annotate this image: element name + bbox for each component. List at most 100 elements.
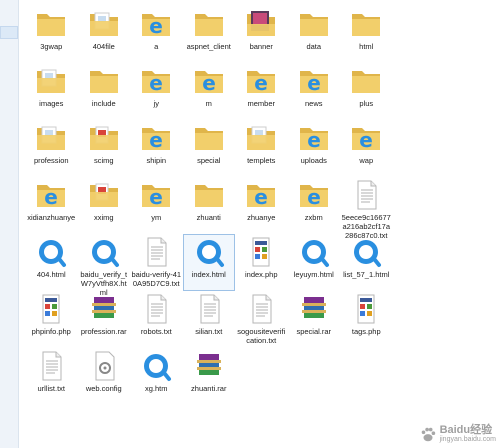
file-item[interactable]: baidu_verify_tW7yVtfh8X.html xyxy=(78,234,131,297)
file-item[interactable]: include xyxy=(78,63,131,120)
php-file-icon xyxy=(243,236,279,268)
file-item[interactable]: web.config xyxy=(78,348,131,405)
file-item[interactable]: special.rar xyxy=(288,291,341,348)
file-item[interactable]: zhuanti xyxy=(183,177,236,234)
folder-icon: e xyxy=(138,179,174,211)
file-item[interactable]: 404.html xyxy=(25,234,78,291)
file-item[interactable]: em xyxy=(183,63,236,120)
file-item[interactable]: 404file xyxy=(78,6,131,63)
folder-icon xyxy=(33,8,69,40)
file-label: index.php xyxy=(244,270,278,279)
svg-text:e: e xyxy=(307,128,321,152)
config-file-icon xyxy=(86,350,122,382)
folder-icon xyxy=(191,179,227,211)
file-item[interactable]: banner xyxy=(235,6,288,63)
folder-icon: e xyxy=(296,65,332,97)
svg-text:e: e xyxy=(149,185,163,209)
folder-icon xyxy=(191,122,227,154)
folder-icon xyxy=(243,122,279,154)
folder-icon xyxy=(86,122,122,154)
file-label: profession xyxy=(33,156,69,165)
file-item[interactable]: e zhuanye xyxy=(235,177,288,234)
browser-file-icon xyxy=(138,350,174,382)
file-item[interactable]: e wap xyxy=(340,120,393,177)
file-label: wap xyxy=(359,156,374,165)
text-file-icon xyxy=(191,293,227,325)
file-item[interactable]: tags.php xyxy=(340,291,393,348)
browser-file-icon xyxy=(191,236,227,268)
file-item[interactable]: phpinfo.php xyxy=(25,291,78,348)
browser-file-icon xyxy=(33,236,69,268)
svg-text:e: e xyxy=(307,185,321,209)
file-item[interactable]: index.html xyxy=(182,234,235,291)
file-label: shipin xyxy=(146,156,167,165)
file-item[interactable]: e member xyxy=(235,63,288,120)
file-item[interactable]: list_57_1.html xyxy=(340,234,393,291)
file-label: aspnet_client xyxy=(186,42,231,51)
file-item[interactable]: 5eece9c16677a216ab2cf17a286c87c0.txt xyxy=(340,177,393,240)
file-item[interactable]: data xyxy=(288,6,341,63)
file-item[interactable]: e zxbm xyxy=(288,177,341,234)
file-item[interactable]: e jy xyxy=(130,63,183,120)
file-label: tags.php xyxy=(351,327,381,336)
file-item[interactable]: plus xyxy=(340,63,393,120)
file-label: banner xyxy=(249,42,273,51)
file-label: special.rar xyxy=(296,327,332,336)
file-item[interactable]: urllist.txt xyxy=(25,348,78,405)
file-item[interactable]: scimg xyxy=(78,120,131,177)
folder-icon xyxy=(33,65,69,97)
file-item[interactable]: e news xyxy=(288,63,341,120)
folder-icon xyxy=(243,8,279,40)
file-item[interactable]: e ym xyxy=(130,177,183,234)
file-label: jy xyxy=(153,99,159,108)
file-label: member xyxy=(247,99,275,108)
folder-icon xyxy=(86,179,122,211)
navigation-pane[interactable] xyxy=(0,0,19,448)
file-label: baidu-verify-410A95D7C9.txt xyxy=(131,270,182,288)
text-file-icon xyxy=(138,236,174,268)
nav-selected-item[interactable] xyxy=(0,26,18,39)
file-label: 404.html xyxy=(36,270,66,279)
folder-icon xyxy=(348,65,384,97)
text-file-icon xyxy=(243,293,279,325)
file-item[interactable]: profession xyxy=(25,120,78,177)
file-item[interactable]: xximg xyxy=(78,177,131,234)
file-grid: 3gwap 404file e a aspnet_client banner data htm… xyxy=(25,6,393,405)
file-item[interactable]: aspnet_client xyxy=(183,6,236,63)
folder-icon xyxy=(86,8,122,40)
file-item[interactable]: leyuym.html xyxy=(288,234,341,291)
file-item[interactable]: baidu-verify-410A95D7C9.txt xyxy=(130,234,183,291)
file-item[interactable]: e shipin xyxy=(130,120,183,177)
file-label: zhuanti xyxy=(196,213,221,222)
file-item[interactable]: special xyxy=(183,120,236,177)
rar-archive-icon xyxy=(191,350,227,382)
svg-text:e: e xyxy=(149,71,163,95)
file-item[interactable]: images xyxy=(25,63,78,120)
svg-text:e: e xyxy=(44,185,58,209)
folder-icon xyxy=(348,8,384,40)
file-label: a xyxy=(154,42,159,51)
file-item[interactable]: e uploads xyxy=(288,120,341,177)
file-item[interactable]: templets xyxy=(235,120,288,177)
svg-text:e: e xyxy=(359,128,373,152)
paw-icon xyxy=(421,427,435,442)
file-item[interactable]: sogousiteverification.txt xyxy=(235,291,288,348)
file-item[interactable]: 3gwap xyxy=(25,6,78,63)
file-label: profession.rar xyxy=(80,327,127,336)
file-item[interactable]: robots.txt xyxy=(130,291,183,348)
php-file-icon xyxy=(348,293,384,325)
file-item[interactable]: zhuanti.rar xyxy=(183,348,236,405)
text-file-icon xyxy=(348,179,384,211)
file-item[interactable]: index.php xyxy=(235,234,288,291)
file-item[interactable]: e xidianzhuanye xyxy=(25,177,78,234)
file-item[interactable]: html xyxy=(340,6,393,63)
file-item[interactable]: silian.txt xyxy=(183,291,236,348)
file-label: news xyxy=(304,99,323,108)
svg-text:e: e xyxy=(254,185,268,209)
file-item[interactable]: ea xyxy=(130,6,183,63)
folder-icon: e xyxy=(138,122,174,154)
file-item[interactable]: profession.rar xyxy=(78,291,131,348)
file-label: leyuym.html xyxy=(293,270,334,279)
file-item[interactable]: xg.htm xyxy=(130,348,183,405)
file-label: zxbm xyxy=(304,213,323,222)
